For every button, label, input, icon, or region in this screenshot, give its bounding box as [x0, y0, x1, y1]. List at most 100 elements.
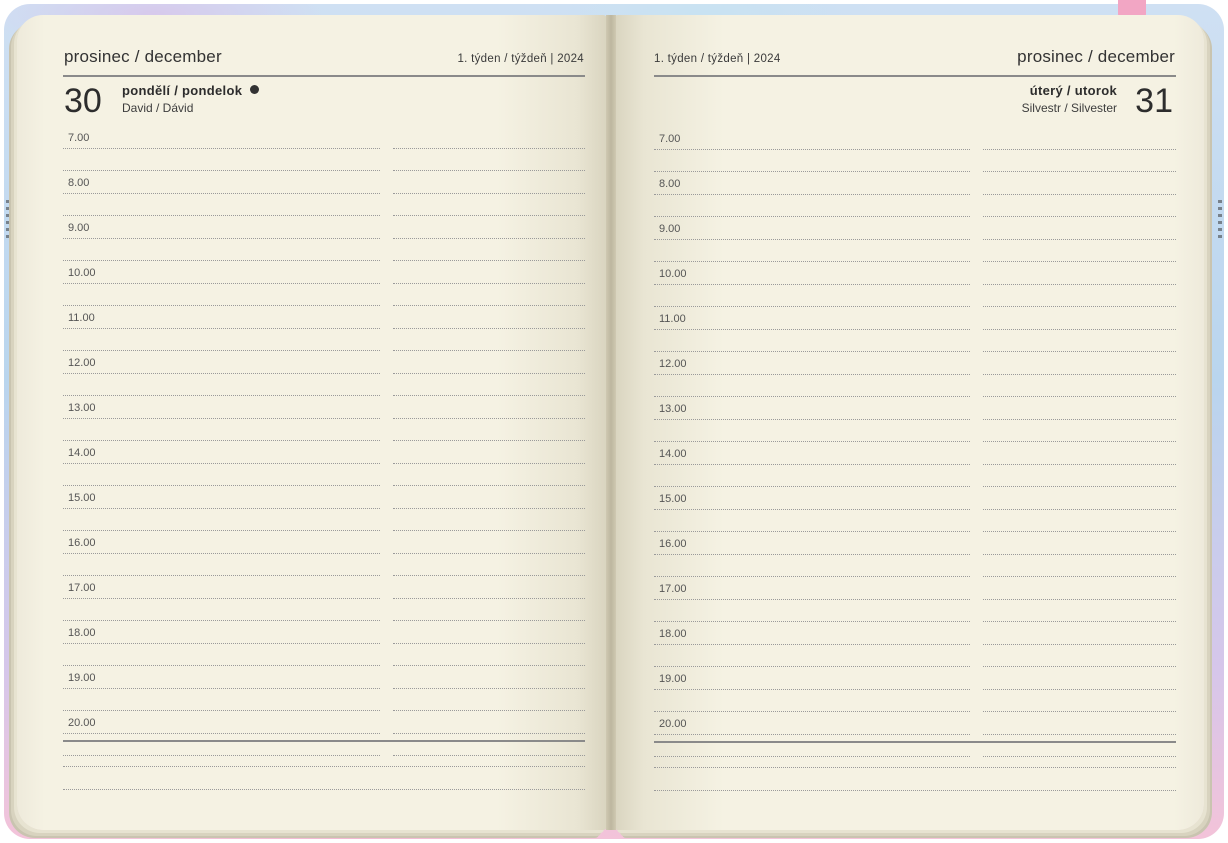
half-hour-line — [63, 710, 380, 711]
hour-line — [654, 644, 970, 645]
half-hour-line — [654, 486, 970, 487]
half-hour-line — [63, 305, 380, 306]
hour-line — [654, 554, 970, 555]
hour-label: 15.00 — [68, 492, 96, 504]
day-name: pondělí / pondelok — [122, 83, 243, 98]
hour-line — [654, 149, 970, 150]
half-hour-line — [393, 665, 585, 666]
day-number: 30 — [64, 82, 102, 120]
half-hour-line — [393, 755, 585, 756]
half-hour-line — [63, 485, 380, 486]
half-hour-line — [393, 575, 585, 576]
half-hour-line — [983, 351, 1176, 352]
day-name-row: pondělí / pondelok — [122, 83, 260, 98]
book-gutter — [606, 15, 616, 830]
hour-line — [63, 418, 380, 419]
half-hour-line — [63, 395, 380, 396]
hour-label: 14.00 — [659, 448, 687, 460]
hour-line — [654, 734, 970, 735]
hour-line — [393, 598, 585, 599]
hour-line — [63, 598, 380, 599]
hour-line — [393, 733, 585, 734]
half-hour-line — [983, 396, 1176, 397]
notes-line — [654, 790, 1176, 791]
left-page — [17, 15, 607, 830]
hour-line — [393, 553, 585, 554]
hour-line — [63, 553, 380, 554]
hour-label: 11.00 — [68, 312, 95, 324]
hour-label: 17.00 — [68, 582, 96, 594]
half-hour-line — [393, 710, 585, 711]
half-hour-line — [654, 666, 970, 667]
hour-line — [983, 239, 1176, 240]
notes-separator — [63, 740, 585, 742]
hour-line — [393, 283, 585, 284]
hour-line — [63, 148, 380, 149]
half-hour-line — [393, 215, 585, 216]
hour-label: 7.00 — [659, 133, 681, 145]
hour-line — [983, 374, 1176, 375]
half-hour-line — [654, 171, 970, 172]
day-number: 31 — [1135, 82, 1173, 120]
hour-line — [983, 734, 1176, 735]
hour-line — [983, 689, 1176, 690]
hour-label: 20.00 — [659, 718, 687, 730]
notes-line — [63, 766, 585, 767]
moon-phase-icon — [250, 85, 260, 94]
hour-line — [654, 284, 970, 285]
hour-line — [654, 194, 970, 195]
half-hour-line — [983, 216, 1176, 217]
hour-label: 17.00 — [659, 583, 687, 595]
half-hour-line — [393, 530, 585, 531]
half-hour-line — [393, 305, 585, 306]
right-page-header: 1. týden / týždeň | 2024 prosinec / dece… — [654, 37, 1176, 77]
hour-line — [654, 329, 970, 330]
half-hour-line — [63, 620, 380, 621]
half-hour-line — [654, 396, 970, 397]
hour-label: 16.00 — [68, 537, 96, 549]
hour-label: 8.00 — [68, 177, 90, 189]
hour-line — [654, 419, 970, 420]
notes-separator — [654, 741, 1176, 743]
week-label: 1. týden / týždeň | 2024 — [654, 53, 781, 65]
hour-line — [63, 193, 380, 194]
half-hour-line — [983, 756, 1176, 757]
hour-label: 11.00 — [659, 313, 686, 325]
half-hour-line — [63, 350, 380, 351]
hour-line — [393, 238, 585, 239]
half-hour-line — [654, 306, 970, 307]
half-hour-line — [983, 666, 1176, 667]
hour-label: 8.00 — [659, 178, 681, 190]
hour-label: 12.00 — [68, 357, 96, 369]
right-page — [614, 15, 1204, 830]
hour-line — [63, 688, 380, 689]
hour-label: 15.00 — [659, 493, 687, 505]
half-hour-line — [393, 170, 585, 171]
notes-line — [654, 767, 1176, 768]
hour-line — [983, 329, 1176, 330]
hour-line — [654, 239, 970, 240]
hour-line — [983, 464, 1176, 465]
half-hour-line — [63, 260, 380, 261]
hour-label: 19.00 — [659, 673, 687, 685]
hour-line — [63, 733, 380, 734]
half-hour-line — [393, 260, 585, 261]
notes-line — [63, 789, 585, 790]
hour-label: 18.00 — [68, 627, 96, 639]
hour-line — [393, 328, 585, 329]
hour-line — [654, 374, 970, 375]
hour-line — [983, 644, 1176, 645]
hour-label: 7.00 — [68, 132, 90, 144]
half-hour-line — [63, 755, 380, 756]
half-hour-line — [393, 485, 585, 486]
half-hour-line — [654, 261, 970, 262]
hour-label: 18.00 — [659, 628, 687, 640]
half-hour-line — [63, 170, 380, 171]
hour-label: 9.00 — [68, 222, 90, 234]
hour-line — [63, 328, 380, 329]
hour-line — [654, 509, 970, 510]
half-hour-line — [654, 216, 970, 217]
half-hour-line — [63, 575, 380, 576]
half-hour-line — [983, 711, 1176, 712]
half-hour-line — [983, 621, 1176, 622]
